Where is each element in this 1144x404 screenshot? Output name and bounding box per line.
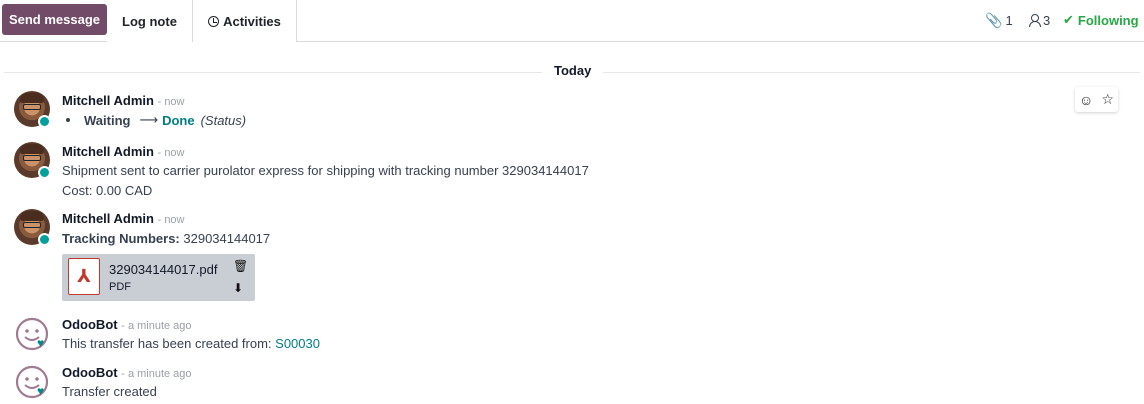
new-value: Done: [162, 112, 195, 128]
author-name[interactable]: Mitchell Admin: [62, 93, 154, 108]
author-name[interactable]: OdooBot: [62, 317, 118, 332]
message-body-line: Shipment sent to carrier purolator expre…: [62, 163, 589, 178]
message-author: Mitchell Admin - now: [62, 211, 185, 226]
author-name[interactable]: Mitchell Admin: [62, 144, 154, 159]
author-name[interactable]: Mitchell Admin: [62, 211, 154, 226]
user-icon: [1028, 14, 1041, 27]
tracking-numbers-value: 329034144017: [179, 231, 271, 246]
attachment-type: PDF: [109, 281, 131, 293]
avatar[interactable]: ♥: [14, 316, 50, 352]
source-document-link[interactable]: S00030: [275, 336, 320, 351]
online-status-icon: [38, 115, 51, 128]
message-author: OdooBot - a minute ago: [62, 365, 192, 380]
message-author: OdooBot - a minute ago: [62, 317, 192, 332]
date-separator-label: Today: [542, 63, 604, 78]
trash-icon[interactable]: 🗑: [233, 259, 248, 273]
smile-icon[interactable]: ☺: [1079, 92, 1093, 108]
message-time: - now: [157, 147, 185, 159]
avatar[interactable]: ♥: [14, 364, 50, 400]
avatar[interactable]: [14, 91, 51, 128]
attachments-button[interactable]: 📎 1: [985, 0, 1013, 40]
message-time: - a minute ago: [121, 320, 192, 332]
following-label: Following: [1077, 12, 1139, 28]
message-body-line: This transfer has been created from: S00…: [62, 336, 320, 351]
message-time: - now: [157, 96, 185, 108]
log-note-label: Log note: [122, 13, 177, 29]
message-body-line: Transfer created: [62, 384, 157, 399]
avatar[interactable]: [14, 142, 51, 179]
download-icon[interactable]: ⬇: [233, 281, 243, 295]
odoobot-icon: [15, 317, 49, 351]
odoobot-icon: [15, 365, 49, 399]
message-body-line: Tracking Numbers: 329034144017: [62, 231, 270, 246]
clock-icon: [208, 15, 220, 27]
message-body-line: Cost: 0.00 CAD: [62, 183, 153, 198]
message-author: Mitchell Admin - now: [62, 144, 185, 159]
online-status-icon: [38, 166, 51, 179]
send-message-button[interactable]: Send message: [2, 4, 107, 35]
log-note-tab[interactable]: Log note: [107, 0, 192, 42]
pdf-icon: ⅄: [68, 258, 100, 295]
heart-icon: ♥: [37, 336, 45, 350]
following-button[interactable]: ✔ Following: [1063, 0, 1139, 40]
attachment-card[interactable]: ⅄ 329034144017.pdf PDF 🗑 ⬇: [62, 254, 255, 301]
message-time: - now: [157, 214, 185, 226]
followers-count: 3: [1043, 12, 1051, 28]
attachment-name: 329034144017.pdf: [109, 262, 218, 277]
tracking-numbers-label: Tracking Numbers:: [62, 231, 180, 246]
attachments-count: 1: [1005, 12, 1013, 28]
old-value: Waiting: [84, 112, 131, 128]
author-name[interactable]: OdooBot: [62, 365, 118, 380]
online-status-icon: [38, 233, 51, 246]
bullet-icon: [66, 118, 70, 122]
message-text: This transfer has been created from:: [62, 336, 276, 351]
message-author: Mitchell Admin - now: [62, 93, 185, 108]
message-actions: ☺ ☆: [1075, 87, 1118, 112]
followers-button[interactable]: 3: [1028, 0, 1050, 40]
arrow-right-icon: ⟶: [139, 112, 159, 127]
paperclip-icon: 📎: [985, 11, 1003, 28]
check-icon: ✔: [1063, 12, 1074, 27]
chatter-toolbar: Send message Log note Activities 📎 1 3 ✔…: [0, 0, 1144, 42]
field-name: (Status): [200, 112, 247, 128]
avatar[interactable]: [14, 209, 51, 246]
star-icon[interactable]: ☆: [1101, 91, 1114, 108]
tracking-value: Waiting ⟶ Done (Status): [62, 112, 246, 128]
activities-label: Activities: [223, 13, 281, 29]
heart-icon: ♥: [37, 384, 45, 398]
message-time: - a minute ago: [121, 368, 192, 380]
activities-tab[interactable]: Activities: [192, 0, 297, 42]
